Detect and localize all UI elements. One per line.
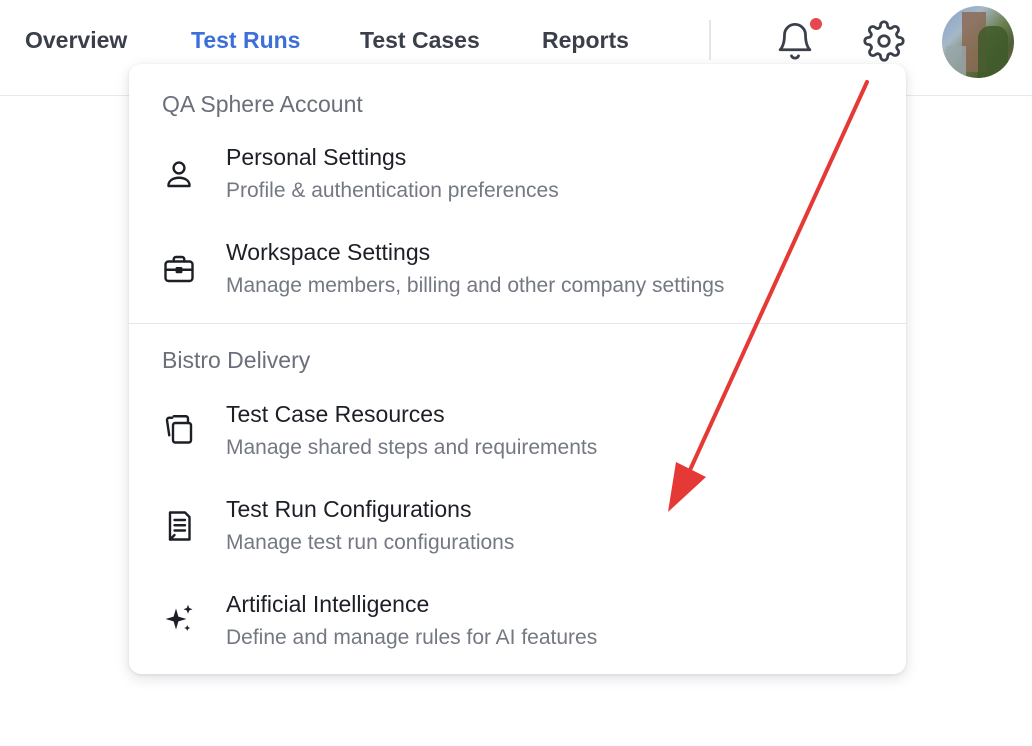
avatar[interactable] xyxy=(942,6,1014,78)
menu-item-description: Manage shared steps and requirements xyxy=(226,436,598,459)
tab-test-cases[interactable]: Test Cases xyxy=(360,27,480,54)
menu-item-artificial-intelligence[interactable]: Artificial Intelligence Define and manag… xyxy=(129,591,906,677)
nav-divider xyxy=(709,20,711,60)
menu-item-workspace-settings[interactable]: Workspace Settings Manage members, billi… xyxy=(129,239,906,325)
page: Overview Test Runs Test Cases Reports QA… xyxy=(0,0,1032,746)
tab-overview[interactable]: Overview xyxy=(25,27,127,54)
menu-item-title: Personal Settings xyxy=(226,144,407,170)
menu-divider xyxy=(129,323,906,324)
tab-reports[interactable]: Reports xyxy=(542,27,629,54)
section-title-workspace: Bistro Delivery xyxy=(162,347,311,373)
documents-icon xyxy=(165,415,193,444)
sparkles-icon xyxy=(165,604,193,631)
menu-item-description: Manage test run configurations xyxy=(226,531,515,554)
menu-item-title: Test Case Resources xyxy=(226,401,445,427)
menu-item-description: Define and manage rules for AI features xyxy=(226,626,598,649)
menu-item-title: Test Run Configurations xyxy=(226,496,472,522)
user-icon xyxy=(167,161,191,188)
menu-item-test-case-resources[interactable]: Test Case Resources Manage shared steps … xyxy=(129,401,906,487)
tab-test-runs[interactable]: Test Runs xyxy=(191,27,300,54)
menu-item-description: Manage members, billing and other compan… xyxy=(226,274,725,297)
menu-item-title: Workspace Settings xyxy=(226,239,431,265)
settings-dropdown-menu: QA Sphere Account Personal Settings Prof… xyxy=(129,64,906,674)
menu-item-personal-settings[interactable]: Personal Settings Profile & authenticati… xyxy=(129,144,906,230)
section-title-account: QA Sphere Account xyxy=(162,91,363,117)
menu-item-description: Profile & authentication preferences xyxy=(226,179,559,202)
document-list-icon xyxy=(168,511,191,541)
gear-icon xyxy=(863,20,905,62)
notification-dot xyxy=(808,16,824,32)
menu-item-test-run-configurations[interactable]: Test Run Configurations Manage test run … xyxy=(129,496,906,582)
settings-button[interactable] xyxy=(863,20,905,62)
briefcase-icon xyxy=(164,255,194,283)
menu-item-title: Artificial Intelligence xyxy=(226,591,430,617)
